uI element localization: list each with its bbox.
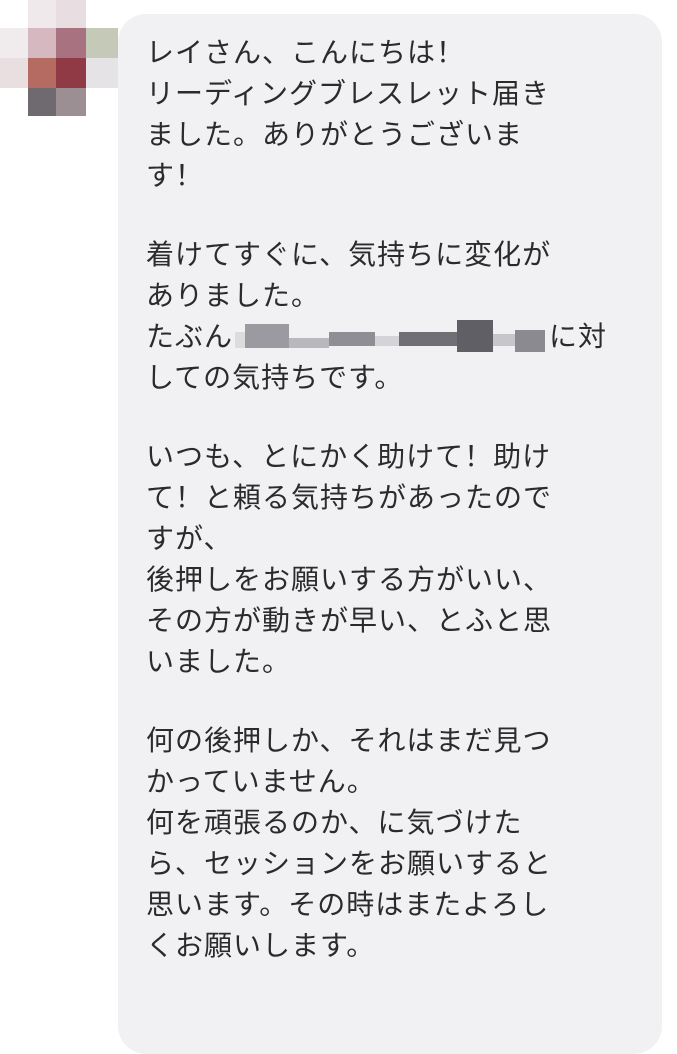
message-line: 何を頑張るのか、に気づけた: [146, 806, 523, 839]
avatar-pixel: [86, 58, 118, 88]
message-line: くお願いします。: [146, 929, 376, 962]
avatar-pixel: [56, 88, 86, 116]
sender-avatar-pixelated[interactable]: [0, 0, 120, 118]
message-line: ありました。: [146, 279, 321, 312]
message-line: リーディングブレスレット届き: [146, 77, 551, 110]
message-line: かっていません。: [146, 765, 376, 798]
avatar-pixel: [28, 88, 56, 116]
message-line: ました。ありがとうございま: [146, 118, 524, 151]
avatar-pixel: [56, 0, 86, 28]
message-line: ら、セッションをお願いすると: [146, 847, 553, 880]
message-line: その方が動きが早い、とふと思: [146, 604, 553, 637]
message-line: しての気持ちです。: [146, 361, 404, 394]
message-line: いつも、とにかく助けて！助け: [146, 440, 552, 473]
message-bubble[interactable]: レイさん、こんにちは！ リーディングブレスレット届き ました。ありがとうございま…: [118, 14, 662, 1054]
message-line-with-redaction: たぶん に対: [146, 316, 642, 357]
message-line: 思います。その時はまたよろし: [146, 888, 550, 921]
avatar-pixel: [28, 0, 56, 28]
message-line: す！: [146, 159, 205, 192]
message-line: すが、: [146, 522, 233, 555]
avatar-pixel: [56, 58, 86, 88]
avatar-pixel: [56, 28, 86, 58]
avatar-pixel: [86, 28, 118, 58]
message-line: レイさん、こんにちは！: [146, 36, 466, 69]
avatar-pixel: [0, 58, 28, 88]
message-line: て！と頼る気持ちがあったので: [146, 481, 553, 514]
avatar-pixel: [0, 28, 28, 58]
avatar-pixel: [28, 28, 56, 58]
message-line: 着けてすぐに、気持ちに変化が: [146, 238, 552, 271]
message-line: 何の後押しか、それはまだ見つ: [146, 724, 552, 757]
redacted-text-blur: [235, 318, 547, 358]
avatar-pixel: [28, 58, 56, 88]
message-line: いました。: [146, 645, 292, 678]
message-line: 後押しをお願いする方がいい、: [146, 563, 553, 596]
message-line-prefix: たぶん: [146, 320, 234, 353]
message-line-suffix: に対: [549, 320, 608, 353]
